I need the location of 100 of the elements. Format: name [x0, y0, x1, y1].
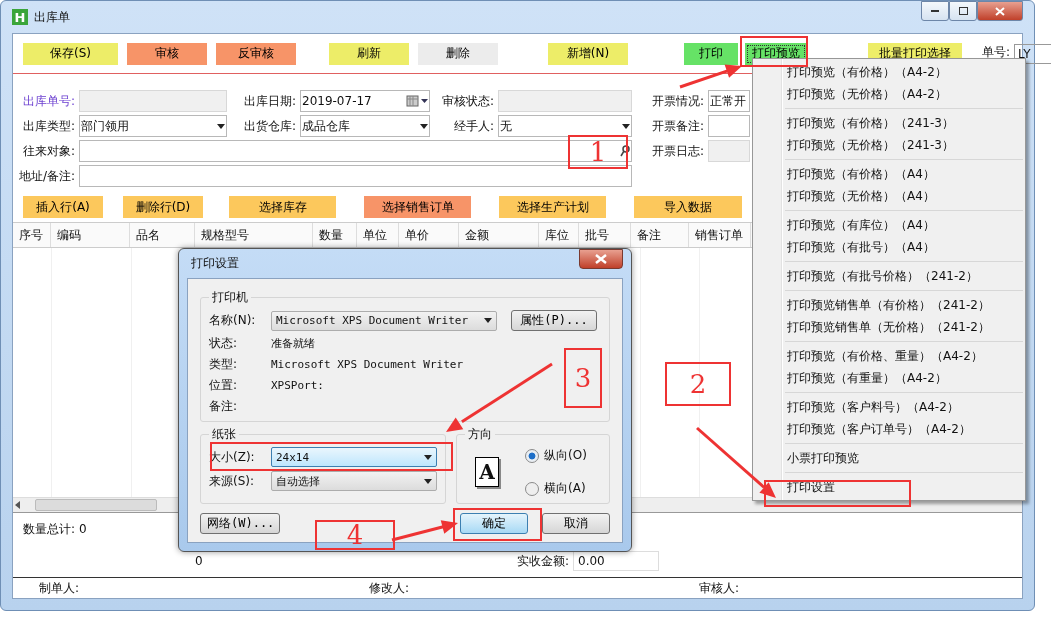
dialog-title: 打印设置	[191, 255, 239, 272]
scrollbar-thumb[interactable]	[35, 499, 157, 511]
paper-dropdown[interactable]: 自动选择	[271, 471, 437, 491]
calendar-icon	[406, 95, 428, 107]
column-header[interactable]: 批号	[579, 223, 631, 247]
dialog-button[interactable]: 取消	[542, 513, 610, 534]
menu-item[interactable]: 小票打印预览	[755, 447, 1023, 469]
field-label: 名称(N):	[209, 312, 257, 329]
printer-dropdown[interactable]: Microsoft XPS Document Writer	[271, 310, 497, 331]
column-header[interactable]: 单价	[399, 223, 459, 247]
input-field[interactable]	[708, 115, 750, 137]
field-label: 开票备注:	[650, 117, 704, 135]
toolbar-button[interactable]: 新增(N)	[548, 42, 628, 65]
status-label: 审核人:	[699, 579, 741, 597]
maximize-icon	[958, 7, 968, 15]
action-button[interactable]: 选择库存	[229, 196, 336, 218]
column-header[interactable]: 销售订单	[689, 223, 751, 247]
field-label: 出库单号:	[21, 92, 75, 110]
menu-item[interactable]: 打印预览（有重量）（A4-2）	[755, 367, 1023, 389]
field-value: XPSPort:	[271, 379, 324, 392]
date-field[interactable]: 2019-07-17	[300, 90, 430, 112]
dialog-button[interactable]: 网络(W)...	[200, 513, 280, 534]
maximize-button[interactable]	[949, 1, 977, 21]
paper-dropdown[interactable]: 24x14	[271, 447, 437, 467]
arrow	[679, 64, 742, 89]
column-header[interactable]: 单位	[357, 223, 399, 247]
field-label: 开票日志:	[650, 142, 704, 160]
toolbar-button[interactable]: 审核	[127, 42, 207, 65]
action-button[interactable]: 选择销售订单	[364, 196, 471, 218]
column-header[interactable]: 序号	[13, 223, 51, 247]
input-field[interactable]	[79, 165, 632, 187]
menu-item[interactable]: 打印预览销售单（有价格）（241-2）	[755, 294, 1023, 316]
column-header[interactable]: 库位	[539, 223, 579, 247]
input-field[interactable]	[79, 140, 632, 162]
toolbar-button[interactable]: 打印	[684, 42, 738, 65]
group-title: 纸张	[211, 426, 237, 443]
close-button[interactable]	[977, 1, 1023, 21]
menu-item[interactable]: 打印预览销售单（无价格）（241-2）	[755, 316, 1023, 338]
scroll-left-icon[interactable]	[13, 500, 23, 510]
properties-button[interactable]: 属性(P)...	[511, 310, 597, 331]
field-label: 出货仓库:	[242, 117, 296, 135]
toolbar-button[interactable]: 刷新	[329, 42, 409, 65]
dropdown-field[interactable]: 成品仓库	[300, 115, 430, 137]
column-header[interactable]: 金额	[459, 223, 539, 247]
close-icon	[995, 6, 1005, 16]
highlight-frame	[740, 36, 808, 67]
status-label: 制单人:	[39, 579, 81, 597]
field-label: 往来对象:	[21, 142, 75, 160]
page-icon: A	[475, 457, 499, 487]
dropdown-field[interactable]: 无	[498, 115, 632, 137]
action-button[interactable]: 插入行(A)	[23, 196, 103, 218]
radio-button[interactable]: 纵向(O)	[525, 447, 587, 464]
menu-item[interactable]: 打印预览（客户料号）（A4-2）	[755, 396, 1023, 418]
menu-item[interactable]: 打印预览（无价格）（241-3）	[755, 134, 1023, 156]
minimize-button[interactable]	[921, 1, 949, 21]
menu-item[interactable]: 打印预览（客户订单号）（A4-2）	[755, 418, 1023, 440]
close-button[interactable]	[579, 249, 623, 269]
input-field[interactable]: 正常开	[708, 90, 750, 112]
field-label: 备注:	[209, 398, 239, 415]
radio-button[interactable]: 横向(A)	[525, 480, 587, 497]
field-value: Microsoft XPS Document Writer	[271, 358, 464, 371]
field-label: 实收金额:	[515, 552, 570, 570]
menu-item[interactable]: 打印预览（有批号）（A4）	[755, 236, 1023, 258]
column-header[interactable]: 数量	[313, 223, 357, 247]
field-label: 审核状态:	[440, 92, 494, 110]
group-title: 方向	[467, 426, 493, 443]
field-label: 状态:	[209, 335, 239, 352]
menu-item[interactable]: 打印预览（有价格）（241-3）	[755, 112, 1023, 134]
field-label: 位置:	[209, 377, 239, 394]
minimize-icon	[931, 9, 939, 13]
dropdown-arrow-icon	[424, 454, 432, 460]
menu-item[interactable]: 打印预览（有库位）（A4）	[755, 214, 1023, 236]
column-header[interactable]: 编码	[51, 223, 130, 247]
arrow	[391, 520, 458, 542]
search-icon	[620, 145, 630, 157]
dropdown-field[interactable]: 部门领用	[79, 115, 227, 137]
dialog-button[interactable]: 确定	[460, 513, 528, 534]
column-header[interactable]: 备注	[631, 223, 689, 247]
menu-item[interactable]: 打印预览（有价格、重量）（A4-2）	[755, 345, 1023, 367]
window-title: 出库单	[34, 8, 70, 26]
app-logo: H	[12, 9, 28, 25]
field-label: 类型:	[209, 356, 239, 373]
menu-item[interactable]: 打印预览（有批号价格）（241-2）	[755, 265, 1023, 287]
toolbar-button[interactable]: 反审核	[216, 42, 296, 65]
menu-item[interactable]: 打印预览（无价格）（A4-2）	[755, 83, 1023, 105]
step-number: 4	[315, 520, 395, 550]
action-button[interactable]: 删除行(D)	[123, 196, 203, 218]
column-header[interactable]: 品名	[130, 223, 195, 247]
menu-item[interactable]: 打印预览（有价格）（A4）	[755, 163, 1023, 185]
action-button[interactable]: 选择生产计划	[499, 196, 606, 218]
action-button[interactable]: 导入数据	[634, 196, 742, 218]
toolbar-button[interactable]: 保存(S)	[23, 42, 118, 65]
field-label: 地址/备注:	[17, 167, 75, 185]
dropdown-arrow-icon	[484, 318, 492, 323]
toolbar-button[interactable]: 删除	[418, 42, 498, 65]
menu-item[interactable]: 打印预览（无价格）（A4）	[755, 185, 1023, 207]
column-header[interactable]: 规格型号	[195, 223, 313, 247]
field-label: 开票情况:	[650, 92, 704, 110]
dropdown-arrow-icon	[217, 123, 225, 129]
field-label: 出库类型:	[21, 117, 75, 135]
